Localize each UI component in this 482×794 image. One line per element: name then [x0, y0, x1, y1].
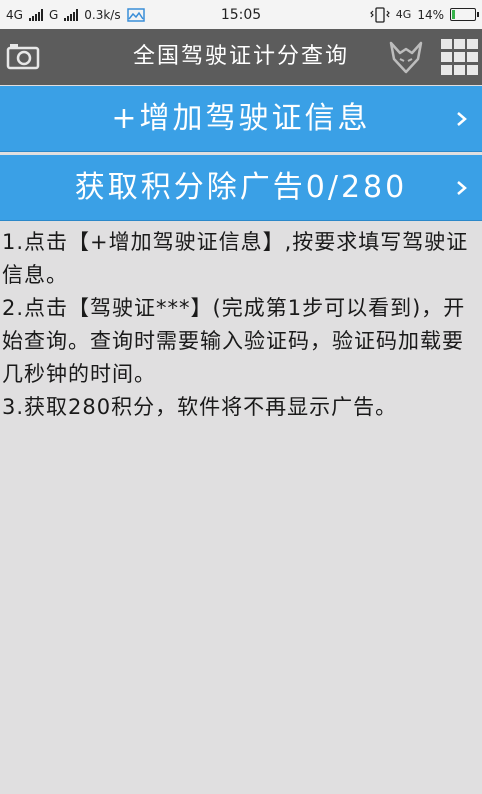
get-points-button[interactable]: 获取积分除广告0/280: [0, 155, 482, 221]
status-left: 4G G 0.3k/s: [6, 8, 145, 22]
instruction-step-3: 3.获取280积分，软件将不再显示广告。: [2, 395, 398, 419]
battery-fill: [452, 10, 455, 19]
chevron-right-icon: [457, 181, 467, 195]
network-speed: 0.3k/s: [84, 7, 121, 22]
get-points-label: 获取积分除广告0/280: [74, 170, 408, 205]
vibrate-icon: [369, 6, 390, 23]
instruction-step-1: 1.点击【+增加驾驶证信息】,按要求填写驾驶证信息。: [2, 230, 469, 287]
status-bar: 4G G 0.3k/s 15:05 4G 14%: [0, 0, 482, 29]
chevron-right-icon: [457, 112, 467, 126]
signal-strength-icon: [28, 8, 43, 21]
battery-icon: [450, 8, 479, 21]
battery-percent: 14%: [417, 7, 444, 22]
network-type-label-3: 4G: [395, 8, 412, 21]
grid-menu-icon[interactable]: [440, 38, 480, 76]
add-license-label: +增加驾驶证信息: [111, 101, 371, 136]
network-type-label-2: G: [48, 7, 59, 22]
network-type-label: 4G: [6, 7, 23, 22]
instruction-step-2: 2.点击【驾驶证***】(完成第1步可以看到)，开始查询。查询时需要输入验证码，…: [2, 296, 466, 386]
title-bar: 全国驾驶证计分查询: [0, 29, 482, 85]
add-license-button[interactable]: +增加驾驶证信息: [0, 86, 482, 152]
status-right: 4G 14%: [369, 6, 479, 23]
signal-strength-icon-2: [64, 8, 79, 21]
gallery-notification-icon: [126, 7, 145, 22]
instructions: 1.点击【+增加驾驶证信息】,按要求填写驾驶证信息。 2.点击【驾驶证***】(…: [2, 226, 480, 424]
wolf-logo-icon[interactable]: [388, 39, 424, 75]
